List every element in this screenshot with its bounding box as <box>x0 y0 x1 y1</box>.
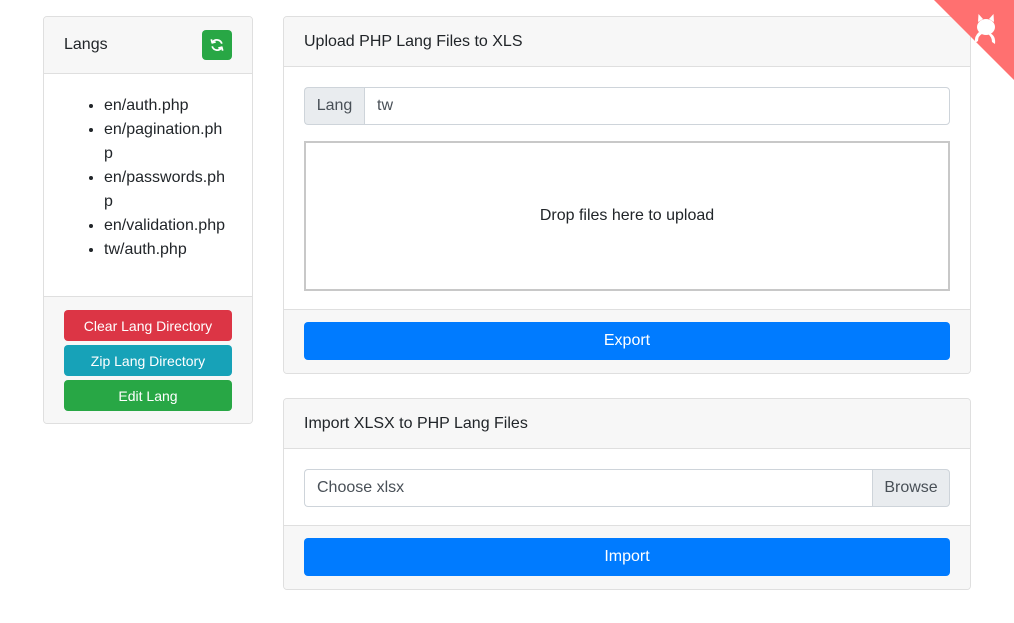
import-card-footer: Import <box>284 525 970 589</box>
lang-file-item: en/pagination.php <box>104 118 230 166</box>
browse-button[interactable]: Browse <box>872 469 950 507</box>
langs-card-header: Langs <box>44 17 252 74</box>
import-title: Import XLSX to PHP Lang Files <box>304 414 528 432</box>
import-button[interactable]: Import <box>304 538 950 576</box>
export-button[interactable]: Export <box>304 322 950 360</box>
import-card: Import XLSX to PHP Lang Files Choose xls… <box>283 398 971 590</box>
edit-lang-button[interactable]: Edit Lang <box>64 380 232 411</box>
github-corner-link[interactable] <box>934 0 1014 80</box>
upload-card-footer: Export <box>284 309 970 373</box>
lang-file-list: en/auth.php en/pagination.php en/passwor… <box>44 74 252 298</box>
lang-file-item: tw/auth.php <box>104 238 230 262</box>
zip-lang-directory-button[interactable]: Zip Lang Directory <box>64 345 232 376</box>
lang-label: Lang <box>304 87 364 125</box>
refresh-button[interactable] <box>202 30 232 60</box>
upload-card-header: Upload PHP Lang Files to XLS <box>284 17 970 67</box>
dropzone-text: Drop files here to upload <box>539 207 715 224</box>
xlsx-file-input[interactable]: Choose xlsx Browse <box>304 469 950 507</box>
langs-card: Langs en/auth.php en/pagination.php en/p… <box>43 16 253 424</box>
lang-input[interactable] <box>364 87 950 125</box>
upload-card-body: Lang Drop files here to upload <box>284 67 970 311</box>
langs-card-footer: Clear Lang Directory Zip Lang Directory … <box>44 296 252 423</box>
lang-file-item: en/validation.php <box>104 214 230 238</box>
file-input-label[interactable]: Choose xlsx <box>304 469 872 507</box>
import-card-header: Import XLSX to PHP Lang Files <box>284 399 970 449</box>
file-dropzone[interactable]: Drop files here to upload <box>304 141 950 291</box>
upload-card: Upload PHP Lang Files to XLS Lang Drop f… <box>283 16 971 374</box>
upload-title: Upload PHP Lang Files to XLS <box>304 32 523 50</box>
github-corner-background <box>934 0 1014 80</box>
refresh-icon <box>210 39 224 51</box>
clear-lang-directory-button[interactable]: Clear Lang Directory <box>64 310 232 341</box>
lang-file-item: en/auth.php <box>104 94 230 118</box>
langs-title: Langs <box>64 36 108 53</box>
import-card-body: Choose xlsx Browse <box>284 449 970 527</box>
lang-input-group: Lang <box>304 87 950 125</box>
lang-file-item: en/passwords.php <box>104 166 230 214</box>
